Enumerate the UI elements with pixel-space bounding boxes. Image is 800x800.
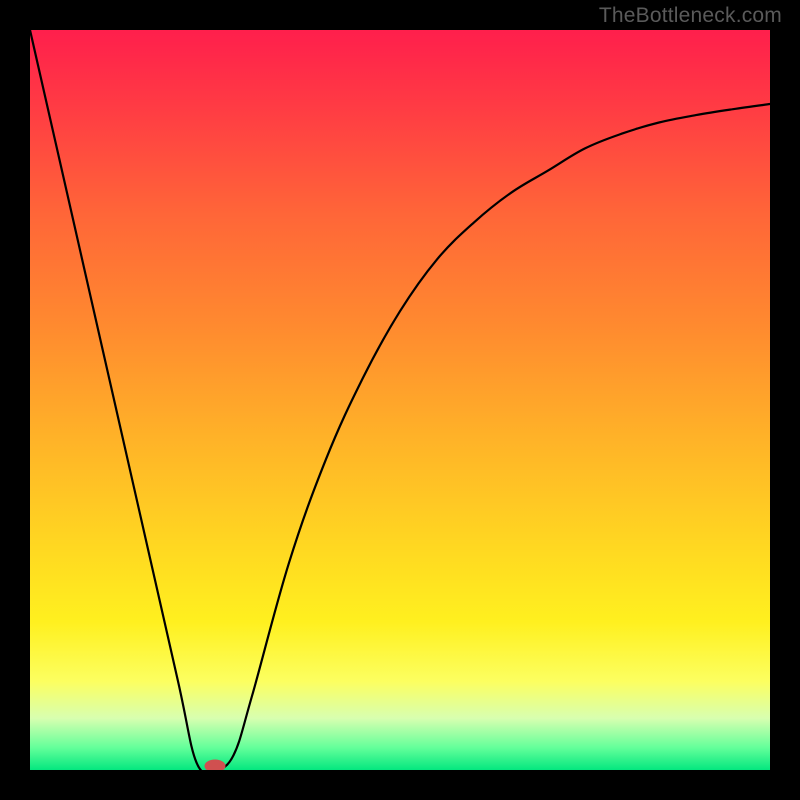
bottleneck-curve [30,30,770,770]
chart-frame: TheBottleneck.com [0,0,800,800]
curve-layer [30,30,770,770]
plot-area [30,30,770,770]
watermark-text: TheBottleneck.com [599,4,782,28]
minimum-marker [205,760,225,770]
